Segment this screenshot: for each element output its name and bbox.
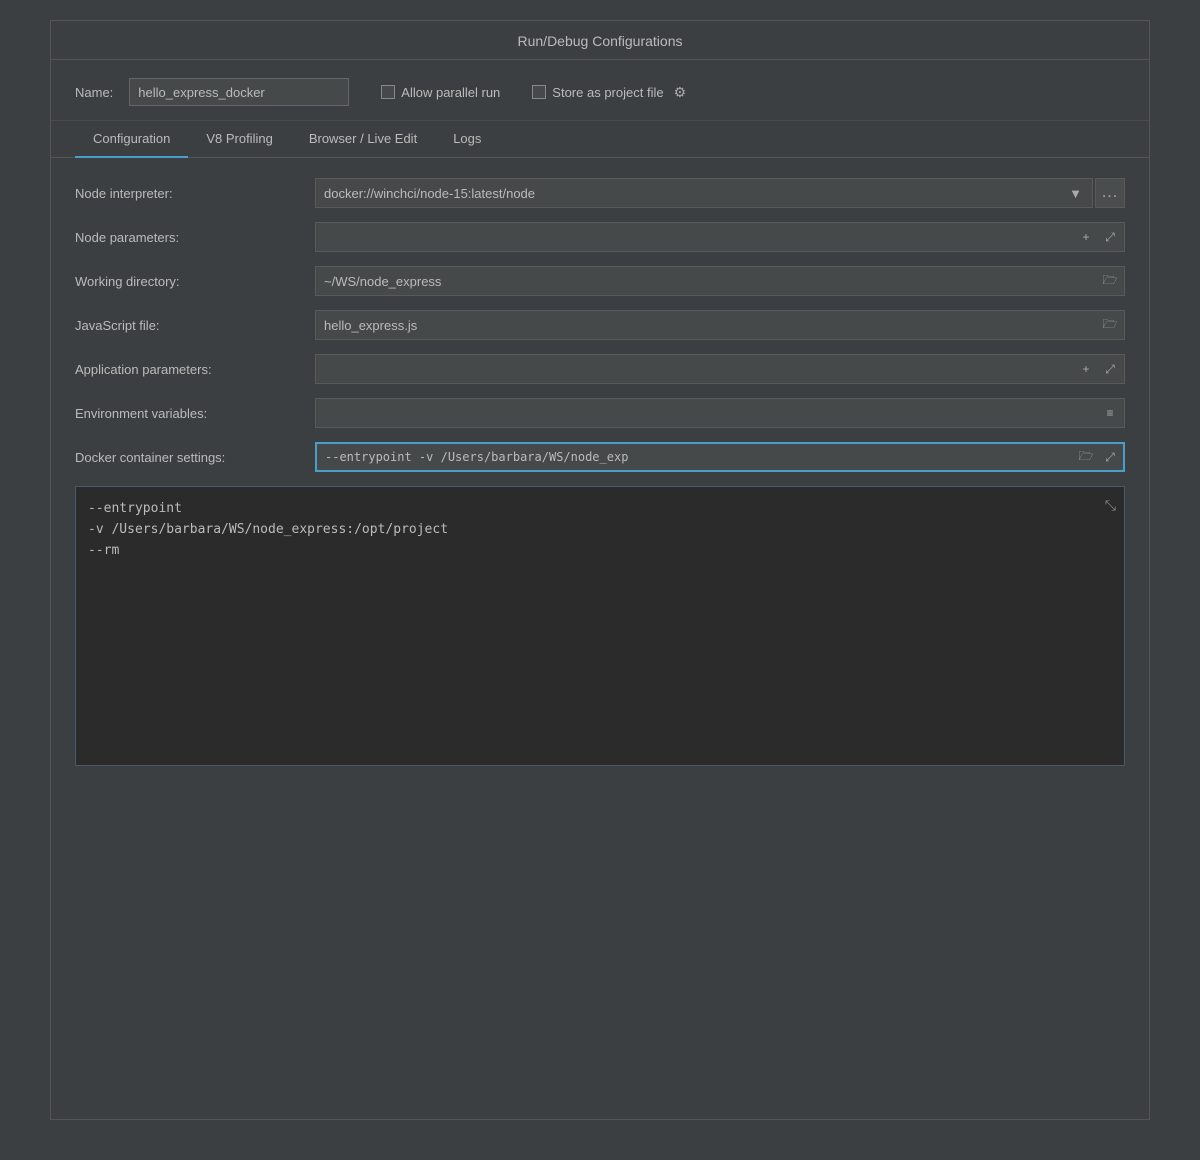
node-params-add-icon[interactable]: +	[1075, 226, 1097, 248]
docker-settings-text: --entrypoint -v /Users/barbara/WS/node_e…	[325, 450, 1115, 464]
javascript-file-row: JavaScript file: 🗁	[75, 310, 1125, 340]
tab-browser-live-edit[interactable]: Browser / Live Edit	[291, 121, 435, 158]
docker-container-row: Docker container settings: --entrypoint …	[75, 442, 1125, 472]
docker-browse-icon[interactable]: 🗁	[1075, 446, 1097, 468]
docker-container-input[interactable]: --entrypoint -v /Users/barbara/WS/node_e…	[315, 442, 1125, 472]
gear-icon[interactable]: ⚙	[674, 84, 687, 101]
store-as-project-group: Store as project file ⚙	[532, 84, 686, 101]
node-parameters-row: Node parameters: + ⤢	[75, 222, 1125, 252]
name-input[interactable]	[129, 78, 349, 106]
app-params-actions: + ⤢	[1075, 358, 1121, 380]
collapse-icon[interactable]: ⤡	[1105, 495, 1116, 517]
docker-expanded-text[interactable]: --entrypoint -v /Users/barbara/WS/node_e…	[88, 499, 1112, 561]
docker-expand-icon[interactable]: ⤢	[1099, 446, 1121, 468]
dropdown-arrow-icon: ▼	[1069, 186, 1082, 201]
environment-variables-label: Environment variables:	[75, 406, 315, 421]
application-parameters-field: + ⤢	[315, 354, 1125, 384]
dots-icon: ...	[1102, 184, 1118, 202]
content-area: Node interpreter: docker://winchci/node-…	[51, 158, 1149, 1119]
store-as-project-label: Store as project file	[552, 85, 663, 100]
javascript-file-input[interactable]	[315, 310, 1125, 340]
application-parameters-row: Application parameters: + ⤢	[75, 354, 1125, 384]
js-file-actions: 🗁	[1099, 314, 1121, 336]
node-parameters-actions: + ⤢	[1075, 226, 1121, 248]
working-directory-row: Working directory: 🗁	[75, 266, 1125, 296]
app-params-add-icon[interactable]: +	[1075, 358, 1097, 380]
allow-parallel-label: Allow parallel run	[401, 85, 500, 100]
working-directory-label: Working directory:	[75, 274, 315, 289]
docker-container-label: Docker container settings:	[75, 450, 315, 465]
env-vars-actions: ≡	[1099, 402, 1121, 424]
working-directory-field: 🗁	[315, 266, 1125, 296]
javascript-file-label: JavaScript file:	[75, 318, 315, 333]
header-row: Name: Allow parallel run Store as projec…	[51, 60, 1149, 121]
docker-container-field: --entrypoint -v /Users/barbara/WS/node_e…	[315, 442, 1125, 472]
node-params-expand-icon[interactable]: ⤢	[1099, 226, 1121, 248]
js-file-browse-icon[interactable]: 🗁	[1099, 314, 1121, 336]
node-interpreter-field: docker://winchci/node-15:latest/node ▼ .…	[315, 178, 1125, 208]
node-interpreter-dropdown[interactable]: docker://winchci/node-15:latest/node ▼	[315, 178, 1093, 208]
node-parameters-input[interactable]	[315, 222, 1125, 252]
docker-expanded-area: ⤡ --entrypoint -v /Users/barbara/WS/node…	[75, 486, 1125, 766]
node-parameters-field: + ⤢	[315, 222, 1125, 252]
tab-configuration[interactable]: Configuration	[75, 121, 188, 158]
app-params-expand-icon[interactable]: ⤢	[1099, 358, 1121, 380]
working-directory-input[interactable]	[315, 266, 1125, 296]
working-dir-browse-icon[interactable]: 🗁	[1099, 270, 1121, 292]
node-interpreter-browse-btn[interactable]: ...	[1095, 178, 1125, 208]
dialog-title: Run/Debug Configurations	[51, 21, 1149, 60]
store-as-project-checkbox[interactable]	[532, 85, 546, 99]
node-parameters-label: Node parameters:	[75, 230, 315, 245]
javascript-file-field: 🗁	[315, 310, 1125, 340]
working-dir-actions: 🗁	[1099, 270, 1121, 292]
tab-logs[interactable]: Logs	[435, 121, 499, 158]
docker-actions: 🗁 ⤢	[1075, 446, 1121, 468]
environment-variables-field: ≡	[315, 398, 1125, 428]
tab-v8profiling[interactable]: V8 Profiling	[188, 121, 290, 158]
tabs-bar: Configuration V8 Profiling Browser / Liv…	[51, 121, 1149, 158]
application-parameters-input[interactable]	[315, 354, 1125, 384]
allow-parallel-checkbox[interactable]	[381, 85, 395, 99]
name-label: Name:	[75, 85, 113, 100]
environment-variables-row: Environment variables: ≡	[75, 398, 1125, 428]
allow-parallel-group: Allow parallel run	[381, 85, 500, 100]
node-interpreter-label: Node interpreter:	[75, 186, 315, 201]
env-vars-edit-icon[interactable]: ≡	[1099, 402, 1121, 424]
node-interpreter-row: Node interpreter: docker://winchci/node-…	[75, 178, 1125, 208]
application-parameters-label: Application parameters:	[75, 362, 315, 377]
run-debug-dialog: Run/Debug Configurations Name: Allow par…	[50, 20, 1150, 1120]
environment-variables-input[interactable]	[315, 398, 1125, 428]
